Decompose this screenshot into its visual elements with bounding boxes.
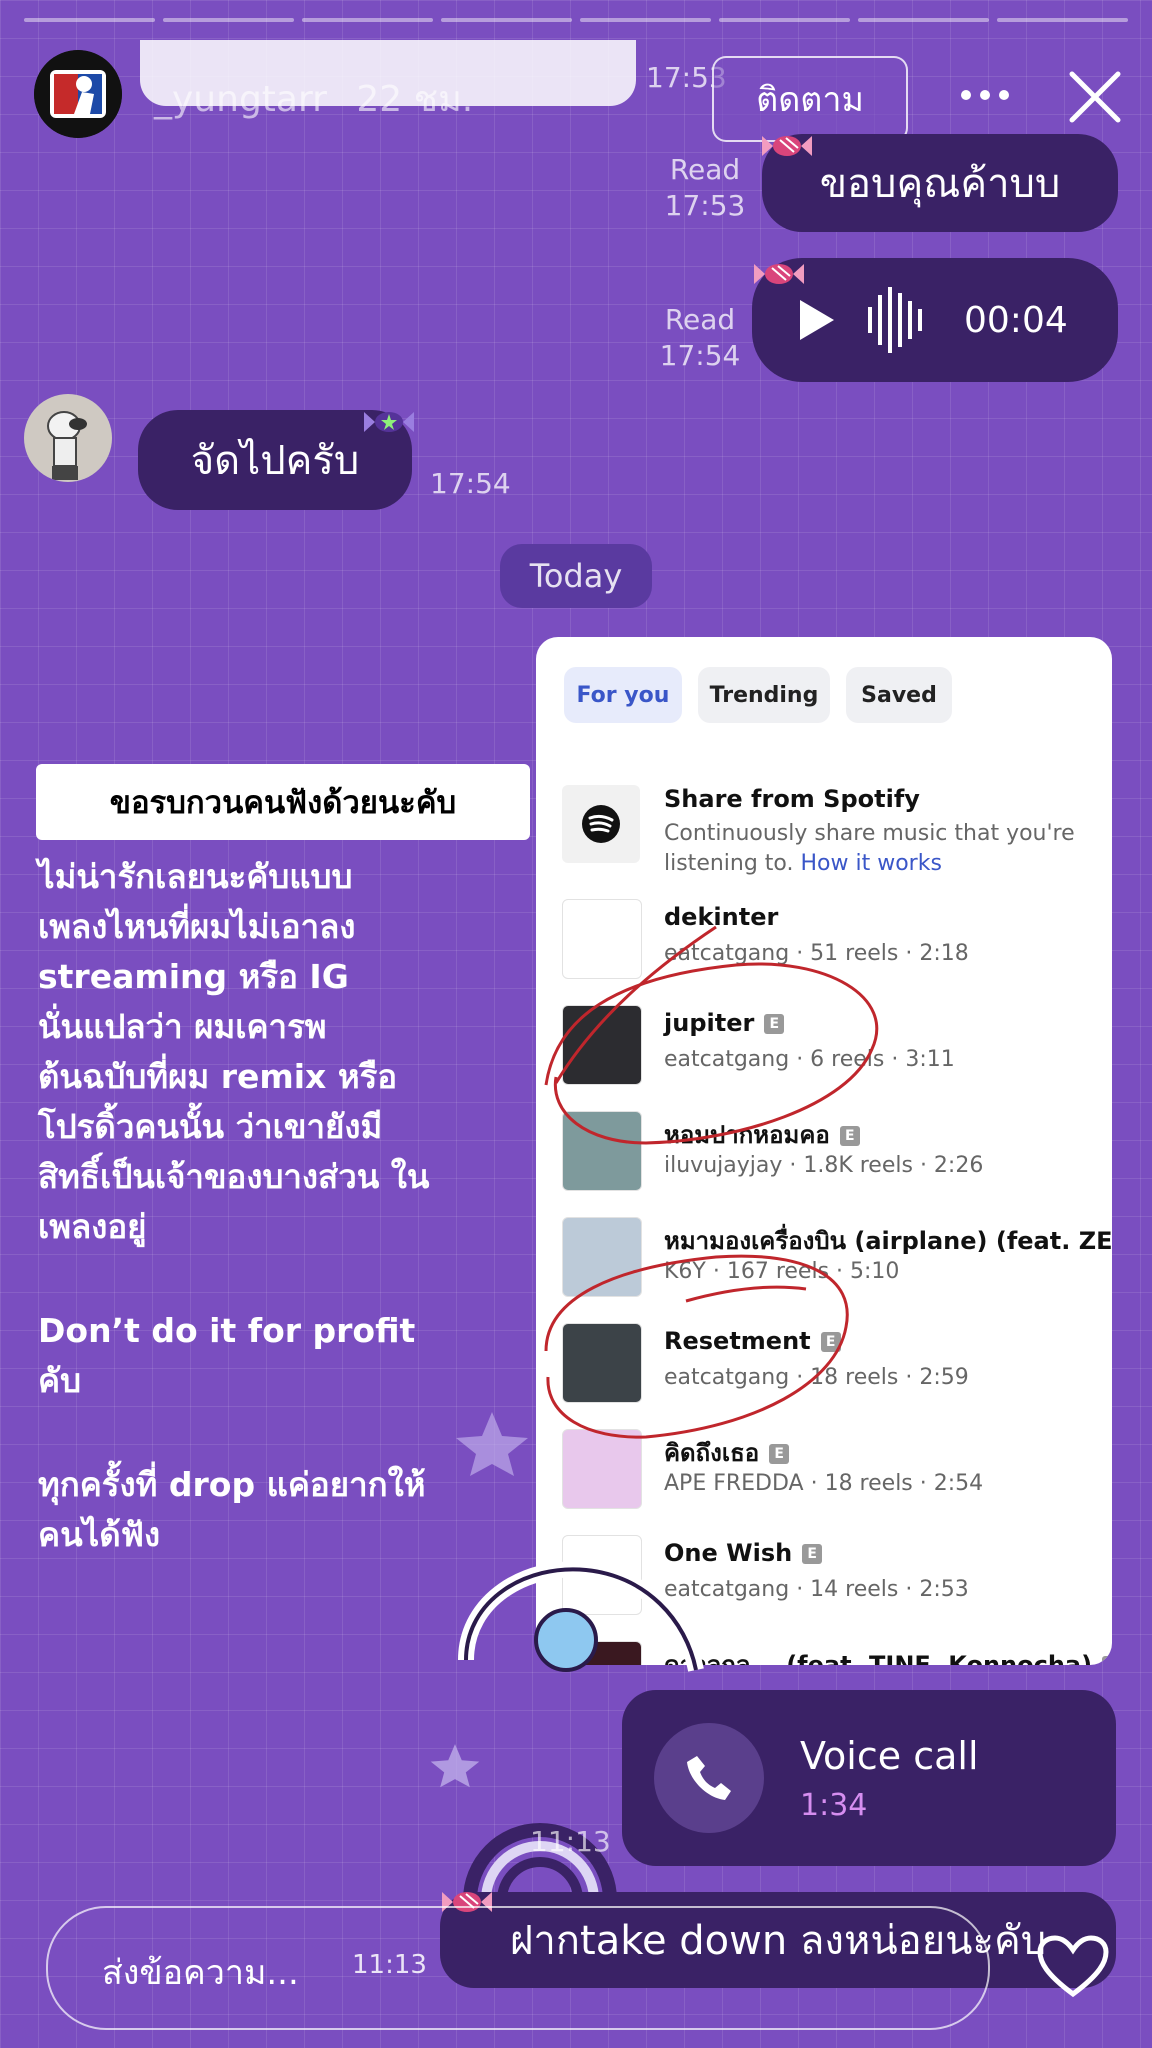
story-text-line: streaming หรือ IG — [38, 957, 349, 996]
more-options-icon[interactable] — [950, 70, 1020, 120]
story-progress-segment — [858, 18, 989, 22]
story-progress-segment — [302, 18, 433, 22]
username-text[interactable]: _yungtarr — [154, 79, 327, 120]
story-text-line: คับ — [38, 1361, 82, 1400]
voice-call-duration: 1:34 — [800, 1787, 868, 1823]
story-text-line: ไม่น่ารักเลยนะคับแบบ — [38, 857, 353, 896]
message-time: 17:54 — [430, 467, 511, 500]
outgoing-message-bubble[interactable]: ขอบคุณค้าบบ — [762, 134, 1118, 232]
hand-drawn-annotation — [544, 925, 879, 1439]
message-status: Read 17:53 — [664, 153, 746, 222]
voice-call-bubble[interactable]: Voice call 1:34 — [622, 1690, 1116, 1866]
message-status: Read 17:54 — [659, 303, 741, 372]
story-text-line: เพลงไหนที่ผมไม่เอาลง — [38, 907, 356, 946]
message-time: 11:13 — [530, 1825, 611, 1858]
candy-icon — [364, 412, 414, 432]
story-progress-segment — [441, 18, 572, 22]
story-progress-segment — [24, 18, 155, 22]
story-progress-segment — [580, 18, 711, 22]
message-text: จัดไปครับ — [190, 438, 360, 484]
phone-icon — [654, 1723, 764, 1833]
date-separator: Today — [500, 544, 652, 608]
story-time-ago: 22 ชม. — [356, 79, 474, 120]
story-text-line: โปรดิ้วคนนั้น ว่าเขายังมี — [38, 1107, 383, 1146]
star-sticker-icon — [430, 1744, 480, 1788]
story-progress-segment — [719, 18, 850, 22]
story-text-line: Don’t do it for profit — [38, 1311, 416, 1350]
voice-duration: 00:04 — [964, 299, 1068, 341]
story-text-line: ทุกครั้งที่ drop แค่อยากให้ — [38, 1465, 426, 1504]
story-text-line: คนได้ฟัง — [38, 1515, 161, 1554]
heart-icon[interactable] — [1036, 1934, 1110, 2000]
story-text-line: สิทธิ์เป็นเจ้าของบางส่วน ใน — [38, 1157, 430, 1196]
star-sticker-icon — [456, 1412, 528, 1476]
voice-message-bubble[interactable]: 00:04 — [752, 258, 1118, 382]
reply-placeholder: ส่งข้อความ... — [102, 1953, 299, 1993]
story-progress-bar — [24, 18, 1128, 24]
sender-avatar[interactable] — [24, 394, 112, 482]
voice-call-label: Voice call — [800, 1733, 979, 1778]
candy-icon — [762, 136, 812, 156]
message-time: 11:13 — [352, 1950, 427, 1980]
play-icon[interactable] — [796, 298, 836, 342]
story-username[interactable]: _yungtarr 22 ชม. — [154, 70, 473, 127]
waveform-icon — [868, 287, 922, 353]
music-picker-card: For you Trending Saved Share from Spotif… — [536, 637, 1112, 1665]
close-icon[interactable] — [1060, 62, 1130, 132]
story-text-line: เพลงอยู่ — [38, 1207, 147, 1246]
story-text-line: ต้นฉบับที่ผม remix หรือ — [38, 1057, 398, 1096]
story-progress-segment — [163, 18, 294, 22]
story-text-line: นั่นแปลว่า ผมเคารพ — [38, 1007, 327, 1046]
story-caption: ขอรบกวนคนฟังด้วยนะคับ — [36, 764, 530, 840]
story-progress-segment — [997, 18, 1128, 22]
story-avatar[interactable] — [34, 50, 122, 138]
message-text: ขอบคุณค้าบบ — [819, 161, 1061, 207]
candy-icon — [754, 264, 804, 284]
cartoon-sticker — [458, 1561, 704, 1672]
